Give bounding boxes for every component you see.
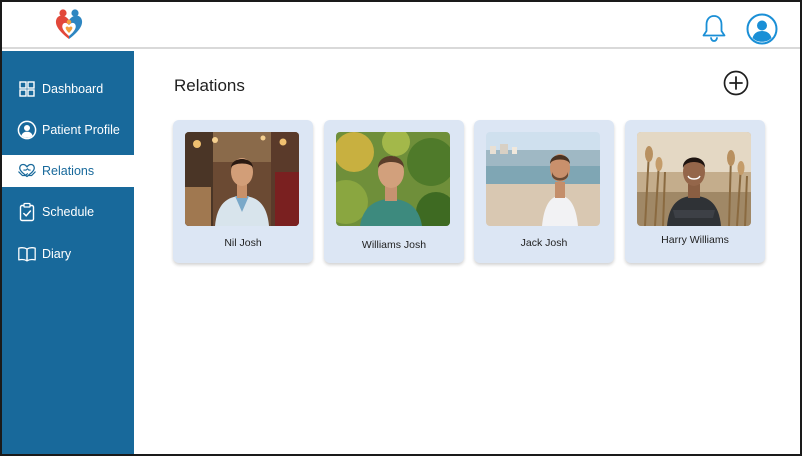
sidebar: Dashboard Patient Profile Relations Sche… [2,51,134,454]
relation-photo [185,132,299,226]
sidebar-item-dashboard[interactable]: Dashboard [2,73,134,105]
open-book-icon [17,244,37,264]
relation-photo [486,132,600,226]
app-window: Dashboard Patient Profile Relations Sche… [0,0,802,456]
relation-name: Jack Josh [520,237,568,249]
add-relation-button[interactable] [723,70,749,96]
clipboard-check-icon [17,202,37,222]
relation-name: Williams Josh [361,239,427,251]
notification-bell-icon[interactable] [701,13,727,43]
dashboard-grid-icon [17,79,37,99]
relation-card[interactable]: Harry Williams [625,120,765,263]
relation-card[interactable]: Williams Josh [324,120,464,263]
relation-name: Harry Williams [661,234,729,246]
relation-card[interactable]: Jack Josh [474,120,614,263]
relation-card[interactable]: Nil Josh [173,120,313,263]
family-heart-logo-icon [55,9,83,39]
sidebar-item-relations[interactable]: Relations [2,155,134,187]
sidebar-item-label: Diary [42,247,72,261]
sidebar-item-schedule[interactable]: Schedule [2,196,134,228]
top-bar [2,2,800,49]
relation-photo [637,132,751,226]
sidebar-item-patient-profile[interactable]: Patient Profile [2,114,134,146]
sidebar-item-label: Schedule [42,205,95,219]
sidebar-item-label: Relations [42,164,95,178]
relation-name: Nil Josh [224,237,262,249]
relation-photo [336,132,450,226]
sidebar-item-label: Patient Profile [42,123,120,137]
heart-hands-icon [17,161,37,181]
user-circle-icon [17,120,37,140]
sidebar-item-diary[interactable]: Diary [2,238,134,270]
page-title: Relations [174,76,245,95]
sidebar-item-label: Dashboard [42,82,104,96]
user-avatar-icon[interactable] [746,13,778,45]
